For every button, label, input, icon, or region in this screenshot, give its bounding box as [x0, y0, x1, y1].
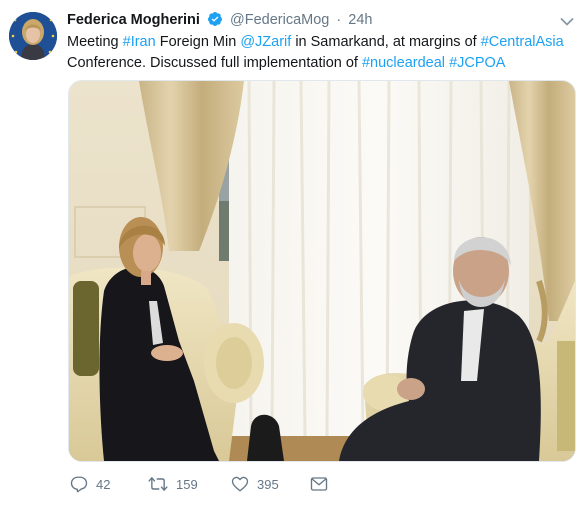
tweet-header: Federica Mogherini @FedericaMog · 24h — [67, 10, 372, 30]
hashtag-nucleardeal[interactable]: #nucleardeal — [362, 55, 445, 71]
hashtag-jcpoa[interactable]: #JCPOA — [449, 55, 505, 71]
retweet-icon — [148, 477, 168, 491]
author-name[interactable]: Federica Mogherini — [67, 12, 200, 28]
reply-count: 42 — [96, 476, 111, 492]
text-segment: Conference. Discussed full implementatio… — [67, 55, 362, 71]
text-segment: in Samarkand, at margins of — [291, 34, 481, 50]
hashtag-iran[interactable]: #Iran — [123, 34, 156, 50]
retweet-count: 159 — [176, 476, 198, 492]
tweet-photo[interactable] — [68, 80, 576, 462]
hashtag-centralasia[interactable]: #CentralAsia — [481, 34, 564, 50]
text-segment: Foreign Min — [155, 34, 241, 50]
heart-icon — [231, 476, 249, 492]
text-segment: Meeting — [67, 34, 123, 50]
tweet[interactable]: Federica Mogherini @FedericaMog · 24h Me… — [0, 0, 588, 512]
more-options-chevron-down-icon[interactable] — [560, 14, 574, 32]
reply-icon — [70, 476, 88, 493]
timestamp[interactable]: 24h — [348, 12, 372, 28]
verified-badge-icon — [207, 11, 223, 33]
author-handle[interactable]: @FedericaMog — [230, 12, 329, 28]
tweet-text: Meeting #Iran Foreign Min @JZarif in Sam… — [67, 32, 577, 74]
reply-button[interactable]: 42 — [70, 472, 110, 496]
envelope-icon — [310, 477, 328, 491]
direct-message-button[interactable] — [310, 472, 328, 496]
avatar[interactable] — [9, 12, 57, 60]
like-button[interactable]: 395 — [231, 472, 279, 496]
separator-dot: · — [336, 12, 342, 28]
avatar-image — [9, 12, 57, 60]
mention-jzarif[interactable]: @JZarif — [240, 34, 291, 50]
photo-of-meeting — [69, 81, 575, 461]
like-count: 395 — [257, 476, 279, 492]
retweet-button[interactable]: 159 — [148, 472, 198, 496]
